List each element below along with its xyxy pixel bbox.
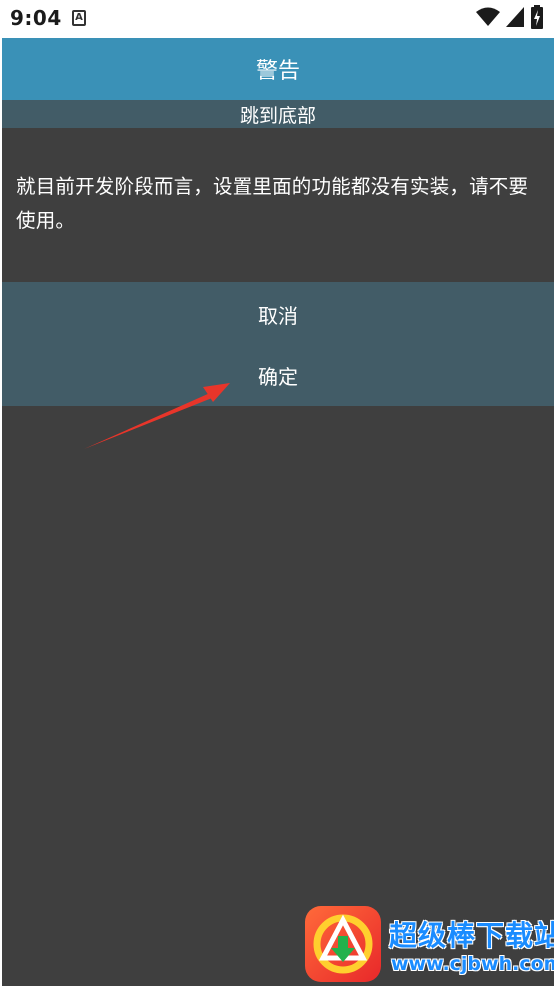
dialog-title: 警告: [2, 38, 554, 100]
wifi-icon: [476, 7, 500, 31]
notification-a-icon: A: [72, 10, 86, 26]
confirm-button[interactable]: 确定: [2, 350, 554, 400]
dialog-message: 就目前开发阶段而言，设置里面的功能都没有实装，请不要使用。: [16, 175, 529, 232]
watermark-url: www.cjbwh.com: [391, 953, 554, 975]
dialog-button-area: 取消 确定: [2, 282, 554, 406]
dialog-screen: 警告 跳到底部 就目前开发阶段而言，设置里面的功能都没有实装，请不要使用。 取消…: [2, 38, 554, 986]
signal-icon: [506, 7, 524, 31]
status-bar: 9:04 A: [0, 0, 554, 38]
jump-to-bottom-button[interactable]: 跳到底部: [2, 100, 554, 128]
cancel-button[interactable]: 取消: [2, 289, 554, 339]
battery-icon: [530, 5, 544, 33]
watermark-title: 超级棒下载站: [389, 919, 554, 952]
watermark: 超级棒下载站 www.cjbwh.com: [305, 906, 554, 982]
phone-screen: 9:04 A 警告 跳到底部 就目前开发阶段而言，设置里面的功能都没有实装，请不…: [0, 0, 554, 986]
status-icons: [476, 5, 544, 33]
watermark-logo: [305, 906, 381, 982]
status-time: 9:04: [10, 6, 62, 30]
